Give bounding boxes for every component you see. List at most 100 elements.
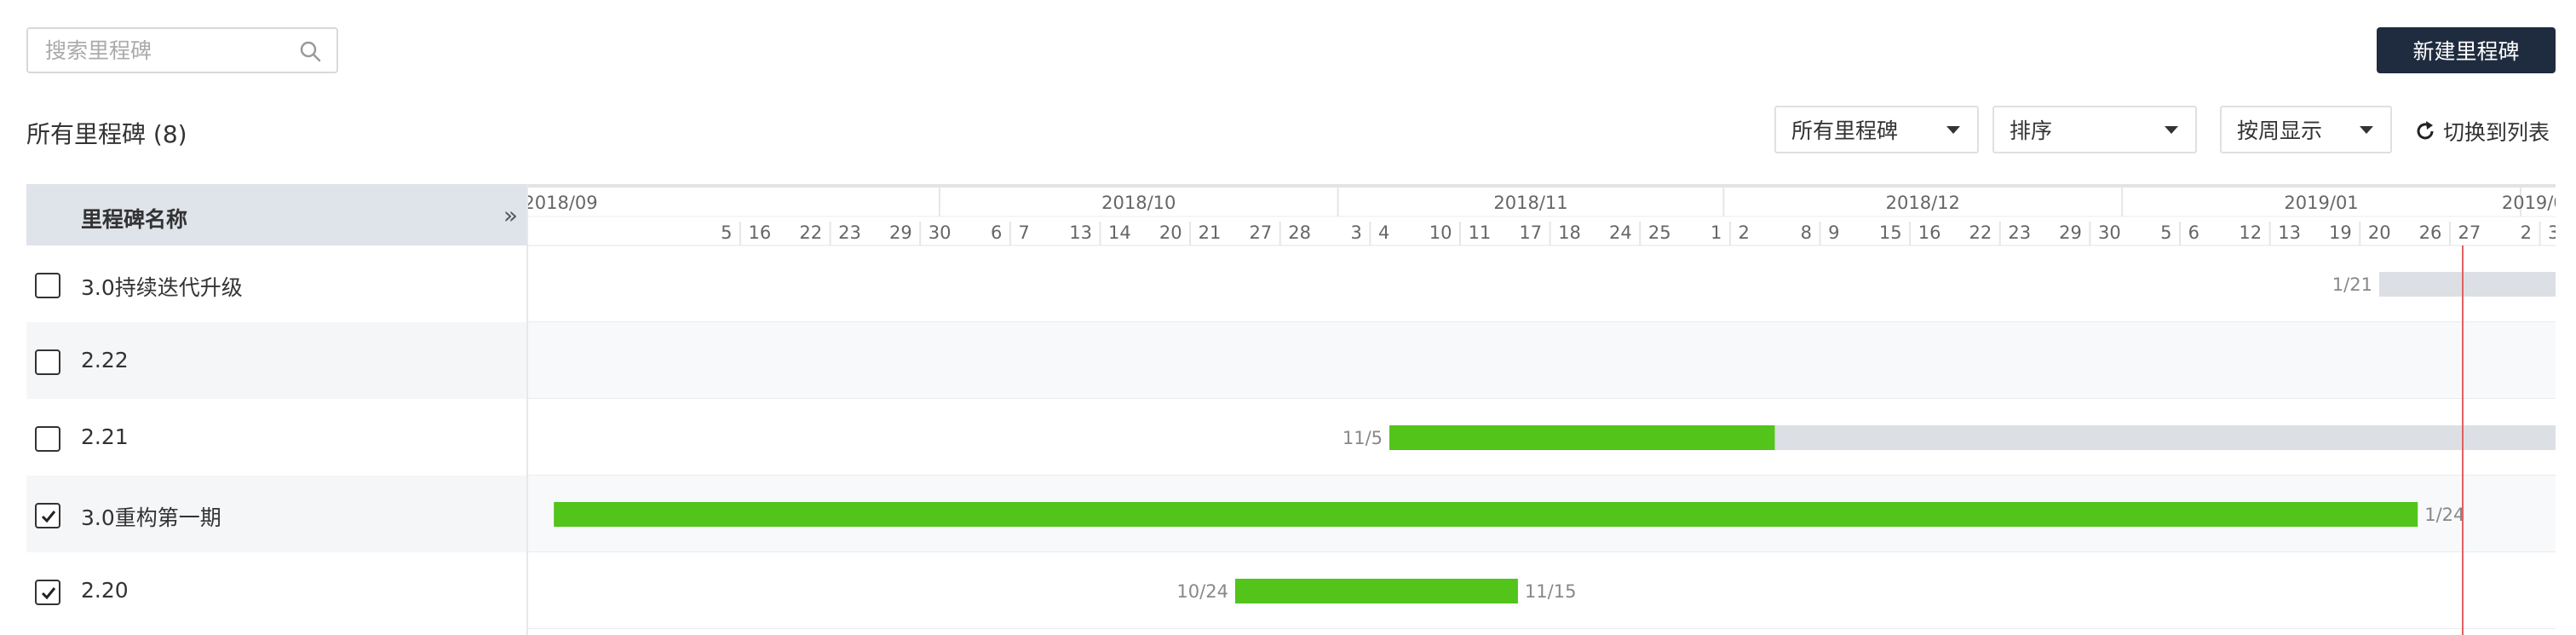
switch-label: 切换到列表 [2443,120,2550,145]
search-icon[interactable] [299,40,321,62]
milestone-bar-progress[interactable] [1389,425,1775,450]
search-box[interactable] [26,27,338,73]
day-tick-label: 2 [1738,222,1749,243]
day-tick-label: 6 [991,222,1002,243]
day-tick-label: 2 [2521,222,2532,243]
sort-dropdown-value: 排序 [2010,118,2053,143]
milestone-name: 3.0持续迭代升级 [81,275,243,300]
bar-start-date: 10/24 [1176,581,1228,602]
checkmark-icon [41,511,56,523]
milestone-list-header: 里程碑名称 » [26,184,526,245]
day-tick-label: 26 [2419,222,2442,243]
day-tick-label: 22 [1969,222,1992,243]
day-tick-label: 18 [1558,222,1581,243]
scope-dropdown[interactable]: 所有里程碑 [1774,106,1979,153]
month-label: 2018/10 [1101,193,1176,213]
gantt-canvas: 2018/09 2018/10 2018/11 2018/12 2019/01 2019/… [528,184,2556,635]
gantt-row-bg [528,245,2556,322]
caret-down-icon [2360,126,2373,134]
day-tick-label: 14 [1108,222,1131,243]
day-tick-label: 16 [749,222,772,243]
list-item[interactable]: 2.21 [26,399,526,476]
bar-end-date: 1/24 [2424,505,2464,525]
day-tick-label: 7 [1018,222,1029,243]
milestone-bar-remaining[interactable] [2378,272,2556,297]
switch-to-list-link[interactable]: 切换到列表 [2414,116,2550,147]
view-dropdown[interactable]: 按周显示 [2220,106,2392,153]
day-tick-label: 20 [2368,222,2391,243]
month-label: 2018/11 [1493,193,1567,213]
list-item[interactable]: 2.20 [26,552,526,629]
day-tick-label: 8 [1801,222,1812,243]
milestone-name: 2.20 [81,578,129,603]
bar-end-date: 11/15 [1525,581,1577,602]
refresh-icon [2417,121,2434,140]
day-tick-label: 6 [2188,222,2199,243]
day-tick-label: 29 [2059,222,2082,243]
day-tick-label: 19 [2329,222,2352,243]
day-tick-label: 4 [1378,222,1389,243]
scope-dropdown-value: 所有里程碑 [1791,118,1899,143]
month-label: 2019/02 [2502,193,2556,213]
day-tick-label: 12 [2239,222,2262,243]
day-tick-label: 10 [1429,222,1452,243]
milestone-bar-progress[interactable] [1234,579,1518,603]
milestone-list: 里程碑名称 » 3.0持续迭代升级 2.22 2.21 3.0重构第一期 2.20 [26,184,526,635]
caret-down-icon [2165,126,2178,134]
bar-start-date: 1/21 [2332,274,2372,295]
checkbox[interactable] [35,349,60,375]
day-tick-label: 20 [1159,222,1182,243]
milestone-name: 2.21 [81,424,129,449]
day-tick-label: 30 [929,222,952,243]
day-tick-label: 17 [1519,222,1542,243]
day-tick-label: 27 [1249,222,1272,243]
day-tick-label: 16 [1918,222,1941,243]
milestones-page: 新建里程碑 所有里程碑 (8) 所有里程碑 排序 按周显示 切换到列表 里程碑名… [0,0,2576,635]
milestone-name: 2.22 [81,348,129,372]
month-label: 2019/01 [2284,193,2358,213]
bar-start-date: 11/5 [1343,428,1383,448]
day-tick-label: 3 [2548,222,2556,243]
day-tick-label: 24 [1609,222,1632,243]
new-milestone-button[interactable]: 新建里程碑 [2377,27,2556,73]
day-tick-label: 22 [799,222,822,243]
day-tick-label: 29 [889,222,912,243]
day-tick-label: 25 [1648,222,1671,243]
checkmark-icon [41,587,56,600]
day-tick-label: 11 [1469,222,1492,243]
month-label: 2018/09 [528,193,598,213]
double-chevron-right-icon[interactable]: » [503,201,518,229]
day-tick-label: 5 [721,222,732,243]
milestone-bar-progress[interactable] [554,502,2418,527]
day-tick-label: 13 [2278,222,2301,243]
day-tick-label: 3 [1350,222,1361,243]
month-label: 2018/12 [1886,193,1960,213]
day-tick-label: 23 [838,222,861,243]
day-tick-label: 15 [1879,222,1902,243]
milestone-name: 3.0重构第一期 [81,505,221,530]
caret-down-icon [1946,126,1960,134]
list-title: 所有里程碑 (8) [26,120,187,148]
checkbox-checked[interactable] [35,580,60,605]
day-tick-label: 5 [2160,222,2171,243]
day-tick-label: 9 [1828,222,1839,243]
checkbox[interactable] [35,426,60,452]
day-tick-label: 27 [2458,222,2481,243]
column-header-name: 里程碑名称 [81,207,188,232]
day-tick-label: 23 [2008,222,2031,243]
list-item[interactable]: 3.0持续迭代升级 [26,245,526,322]
list-item[interactable]: 2.22 [26,322,526,399]
list-item[interactable]: 3.0重构第一期 [26,476,526,552]
gantt-chart: 2018/09 2018/10 2018/11 2018/12 2019/01 2019/… [526,184,2556,635]
view-dropdown-value: 按周显示 [2237,118,2323,143]
day-tick-label: 28 [1288,222,1311,243]
day-tick-label: 30 [2098,222,2121,243]
checkbox-checked[interactable] [35,503,60,528]
day-tick-label: 13 [1069,222,1092,243]
day-tick-label: 21 [1199,222,1222,243]
checkbox[interactable] [35,273,60,298]
gantt-row-bg [528,322,2556,399]
search-input[interactable] [28,29,284,72]
day-tick-label: 1 [1711,222,1722,243]
sort-dropdown[interactable]: 排序 [1992,106,2197,153]
